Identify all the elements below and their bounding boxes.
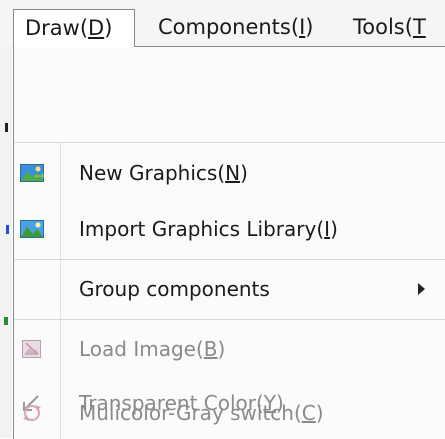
background-mark: [5, 123, 8, 132]
menu-components-label: Components(: [158, 15, 300, 39]
menu-tools[interactable]: Tools(T: [353, 9, 426, 47]
new-graphics-icon: [20, 163, 44, 183]
menu-tools-label: Tools(: [353, 15, 413, 39]
load-image-icon: [20, 339, 44, 359]
import-graphics-icon: [20, 219, 44, 239]
submenu-arrow-icon: [418, 283, 425, 295]
background-window-edge: [0, 47, 12, 438]
menu-item-group-components[interactable]: Group components: [14, 263, 445, 315]
menu-draw-label: Draw(: [25, 16, 89, 40]
multicolor-gray-switch-icon: [20, 403, 44, 423]
background-mark: [4, 317, 8, 325]
menu-item-label: New Graphics(N): [79, 161, 248, 185]
menu-item-label: Load Image(B): [79, 337, 226, 361]
menu-item-multicolor-gray-switch[interactable]: Mulicolor-Gray switch(C): [14, 387, 445, 439]
menu-tools-accel: T: [412, 15, 426, 39]
menu-draw-accel: D: [88, 16, 105, 40]
draw-dropdown-menu: New Graphics(N) Import Graphics Library(…: [13, 46, 445, 439]
menu-item-label: Import Graphics Library(I): [79, 217, 338, 241]
menu-item-load-image[interactable]: Load Image(B): [14, 323, 445, 375]
menu-item-new-graphics[interactable]: New Graphics(N): [14, 147, 445, 199]
menu-components[interactable]: Components(I): [158, 9, 313, 47]
menu-separator: [14, 142, 445, 143]
menu-components-suffix: ): [305, 15, 314, 39]
menu-draw[interactable]: Draw(D): [13, 9, 135, 47]
menu-item-import-graphics-library[interactable]: Import Graphics Library(I): [14, 203, 445, 255]
menu-item-label: Mulicolor-Gray switch(C): [79, 401, 324, 425]
menu-separator: [14, 259, 445, 260]
background-mark: [6, 225, 9, 234]
menu-draw-suffix: ): [104, 16, 113, 40]
menu-separator: [14, 319, 445, 320]
menu-item-label: Group components: [79, 277, 270, 301]
menu-bar: Draw(D) Components(I) Tools(T: [0, 0, 445, 48]
